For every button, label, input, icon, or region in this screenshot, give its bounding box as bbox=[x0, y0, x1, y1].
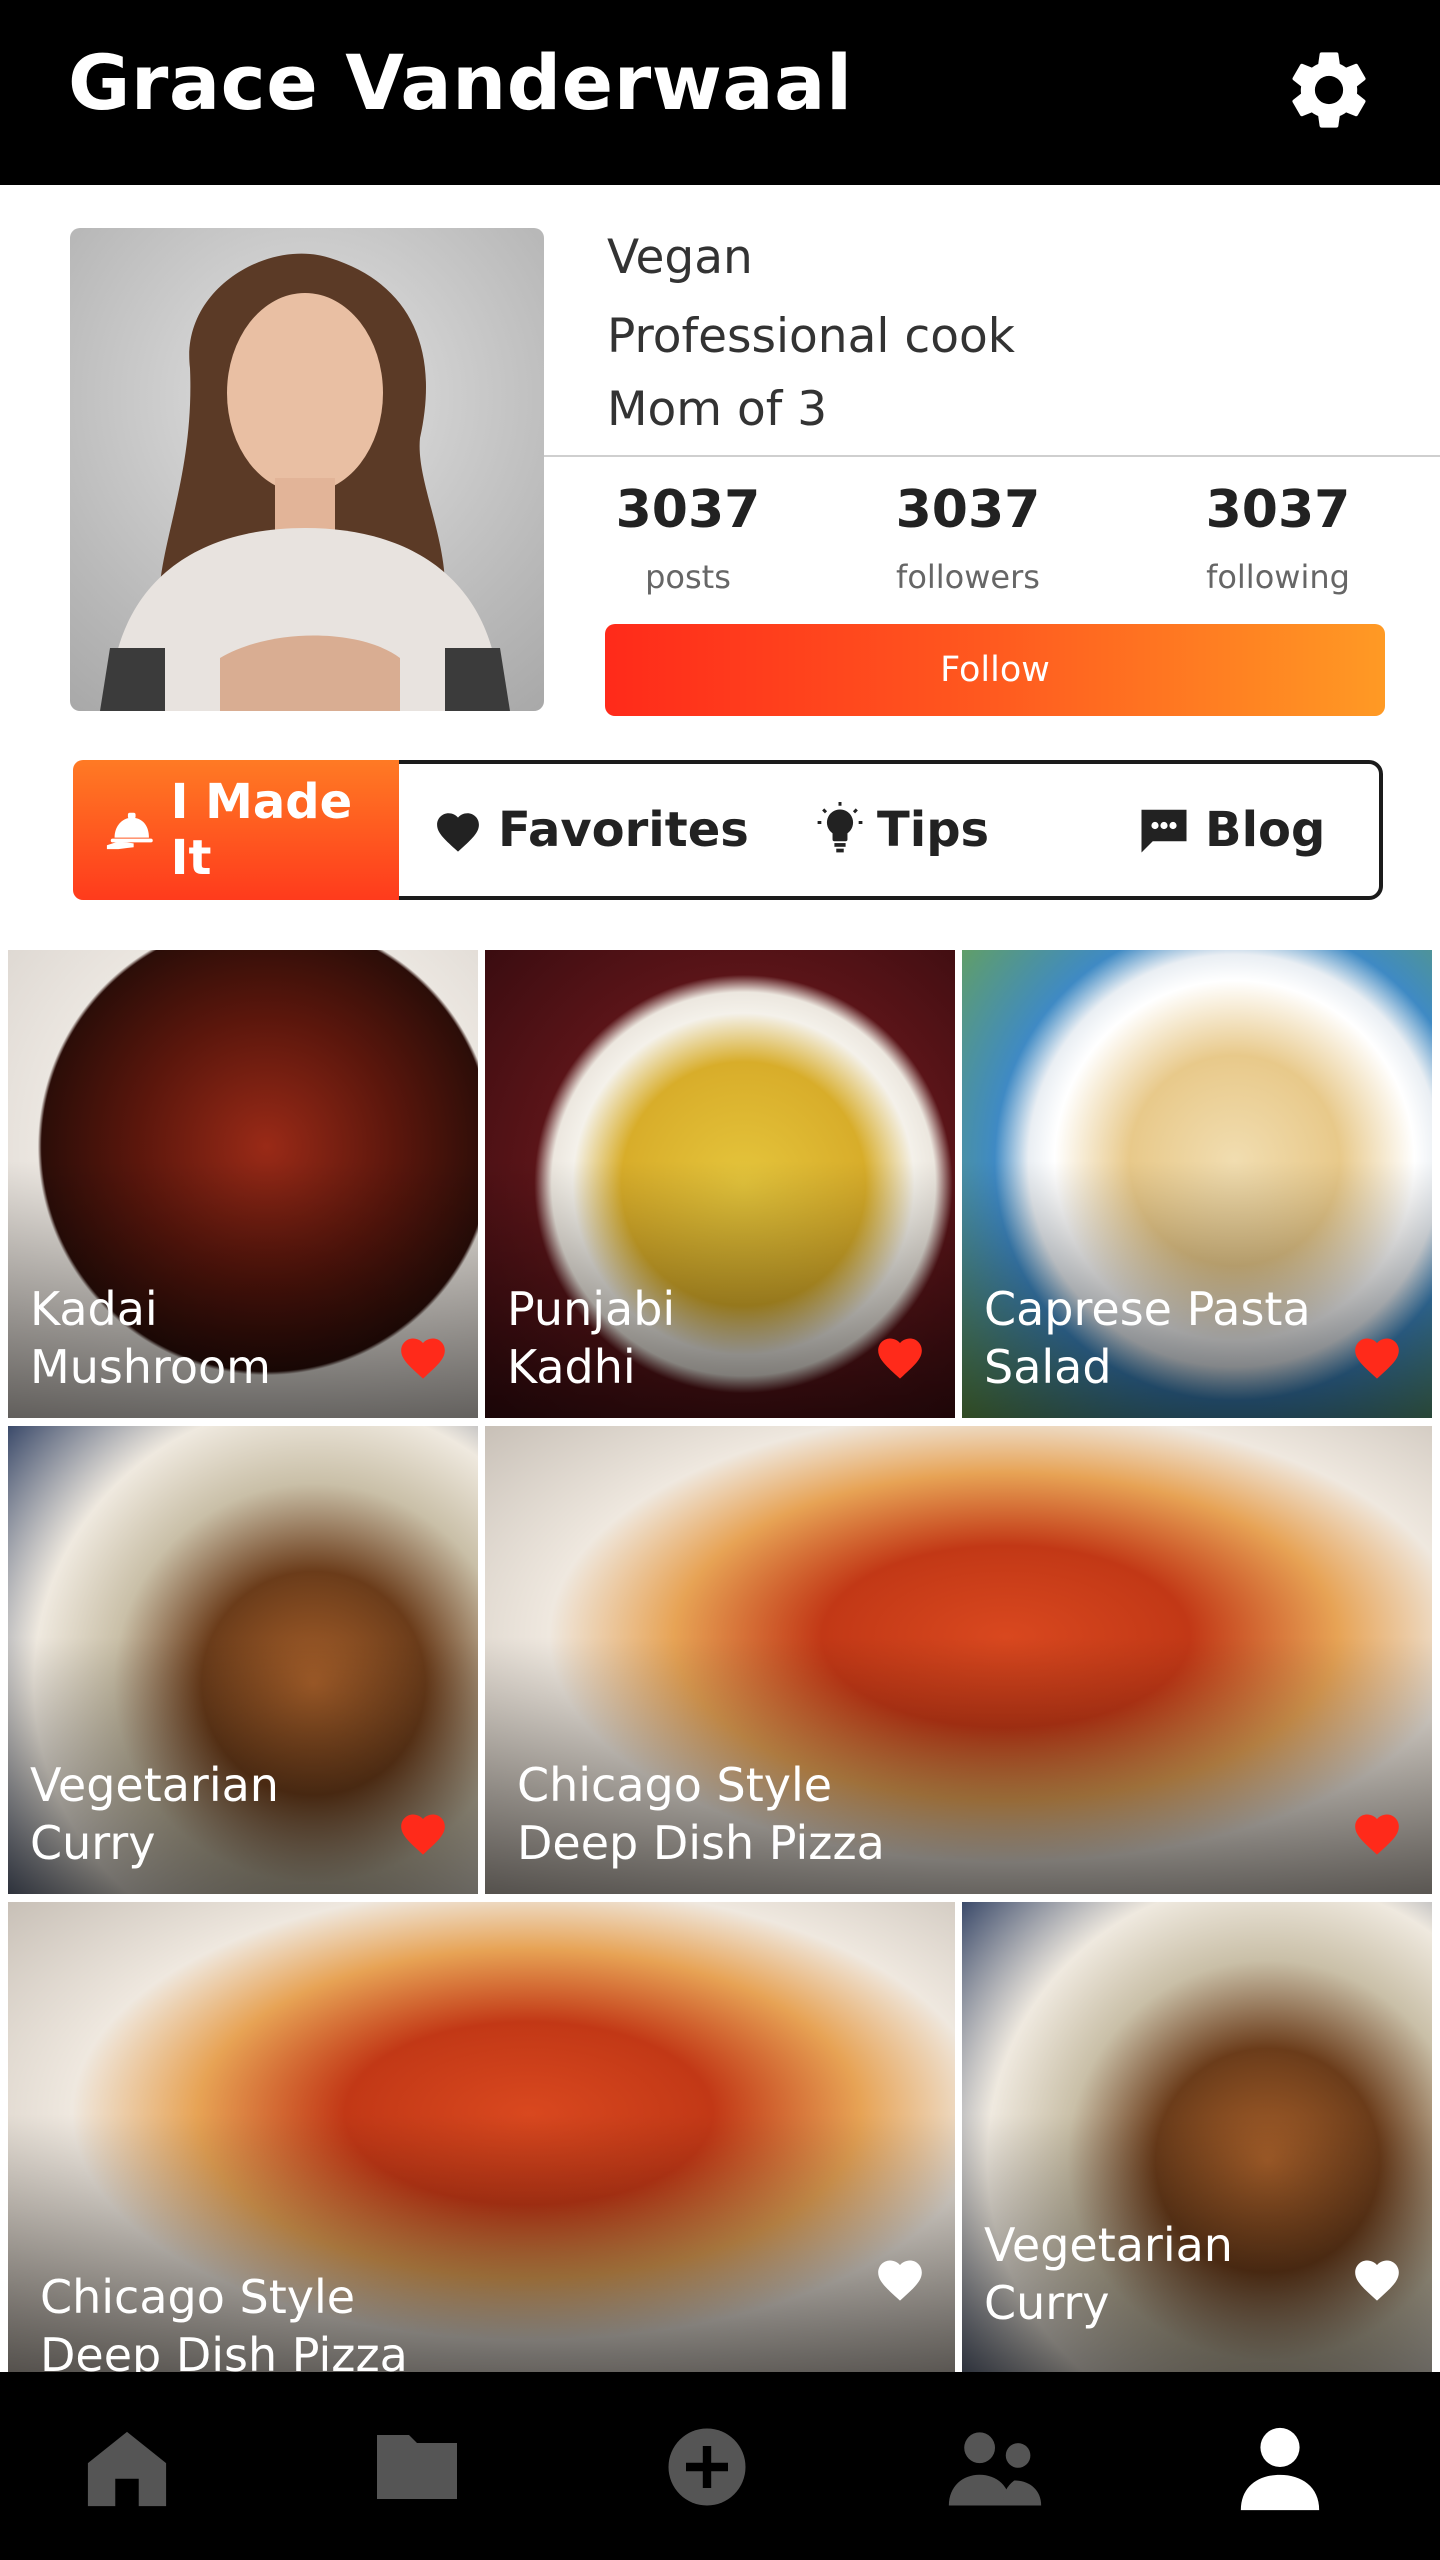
recipe-title: Caprese Pasta Salad bbox=[984, 1282, 1311, 1394]
heart-icon[interactable] bbox=[1350, 2254, 1404, 2302]
nav-add[interactable] bbox=[652, 2412, 762, 2522]
home-icon bbox=[87, 2431, 167, 2507]
profile-icon bbox=[1240, 2427, 1320, 2511]
recipe-title: Punjabi Kadhi bbox=[507, 1282, 676, 1394]
heart-icon bbox=[437, 813, 479, 852]
stat-value: 3037 bbox=[615, 480, 761, 540]
tab-blog[interactable]: Blog bbox=[1137, 764, 1325, 896]
heart-icon[interactable] bbox=[1350, 1332, 1404, 1380]
nav-profile[interactable] bbox=[1225, 2412, 1335, 2522]
recipe-card[interactable]: Punjabi Kadhi bbox=[485, 950, 955, 1418]
app-header: Grace Vanderwaal bbox=[0, 0, 1440, 185]
page-title: Grace Vanderwaal bbox=[68, 38, 853, 127]
divider bbox=[544, 455, 1440, 457]
heart-icon[interactable] bbox=[396, 1332, 450, 1380]
lightbulb-icon bbox=[817, 802, 863, 853]
tab-bar: I Made It Favorites Tips Blog bbox=[73, 760, 1383, 900]
heart-icon[interactable] bbox=[396, 1808, 450, 1856]
bio-line: Vegan bbox=[607, 230, 753, 285]
stat-followers[interactable]: 3037 followers bbox=[818, 480, 1118, 596]
folder-icon bbox=[377, 2435, 457, 2499]
recipe-title: Vegetarian Curry bbox=[984, 2218, 1233, 2330]
nav-home[interactable] bbox=[72, 2412, 182, 2522]
serving-cloche-icon bbox=[106, 812, 153, 850]
recipe-title: Kadai Mushroom bbox=[30, 1282, 271, 1394]
follow-button[interactable]: Follow bbox=[605, 624, 1385, 716]
recipe-card[interactable]: Kadai Mushroom bbox=[8, 950, 478, 1418]
tab-label: Tips bbox=[877, 802, 990, 858]
nav-folder[interactable] bbox=[362, 2412, 472, 2522]
stat-posts[interactable]: 3037 posts bbox=[538, 480, 838, 596]
stat-value: 3037 bbox=[1205, 480, 1351, 540]
tab-favorites[interactable]: Favorites bbox=[432, 764, 749, 896]
gear-icon[interactable] bbox=[1282, 43, 1376, 137]
stat-label: followers bbox=[896, 558, 1040, 596]
recipe-card[interactable]: Chicago Style Deep Dish Pizza bbox=[485, 1426, 1432, 1894]
recipe-card[interactable]: Vegetarian Curry bbox=[8, 1426, 478, 1894]
bottom-nav bbox=[0, 2372, 1440, 2560]
tab-i-made-it[interactable]: I Made It bbox=[73, 760, 399, 900]
tab-label: Favorites bbox=[498, 802, 749, 858]
heart-icon[interactable] bbox=[873, 2254, 927, 2302]
stat-value: 3037 bbox=[895, 480, 1041, 540]
recipe-title: Vegetarian Curry bbox=[30, 1758, 279, 1870]
recipe-title: Chicago Style Deep Dish Pizza bbox=[40, 2270, 408, 2372]
recipe-card[interactable]: Chicago Style Deep Dish Pizza bbox=[8, 1902, 955, 2372]
stat-label: following bbox=[1206, 558, 1350, 596]
bio-line: Mom of 3 bbox=[607, 382, 828, 437]
stat-following[interactable]: 3037 following bbox=[1128, 480, 1428, 596]
profile-photo bbox=[70, 228, 544, 711]
nav-community[interactable] bbox=[940, 2412, 1050, 2522]
recipe-title: Chicago Style Deep Dish Pizza bbox=[517, 1758, 885, 1870]
bio-line: Professional cook bbox=[607, 309, 1015, 364]
tab-tips[interactable]: Tips bbox=[817, 764, 989, 896]
add-circle-icon bbox=[668, 2428, 746, 2506]
tab-label: Blog bbox=[1205, 802, 1326, 858]
tab-label: I Made It bbox=[170, 774, 353, 886]
chat-bubble-icon bbox=[1141, 809, 1187, 853]
recipe-card[interactable]: Caprese Pasta Salad bbox=[962, 950, 1432, 1418]
heart-icon[interactable] bbox=[1350, 1808, 1404, 1856]
heart-icon[interactable] bbox=[873, 1332, 927, 1380]
people-icon bbox=[948, 2432, 1042, 2506]
stat-label: posts bbox=[645, 558, 731, 596]
recipe-card[interactable]: Vegetarian Curry bbox=[962, 1902, 1432, 2372]
